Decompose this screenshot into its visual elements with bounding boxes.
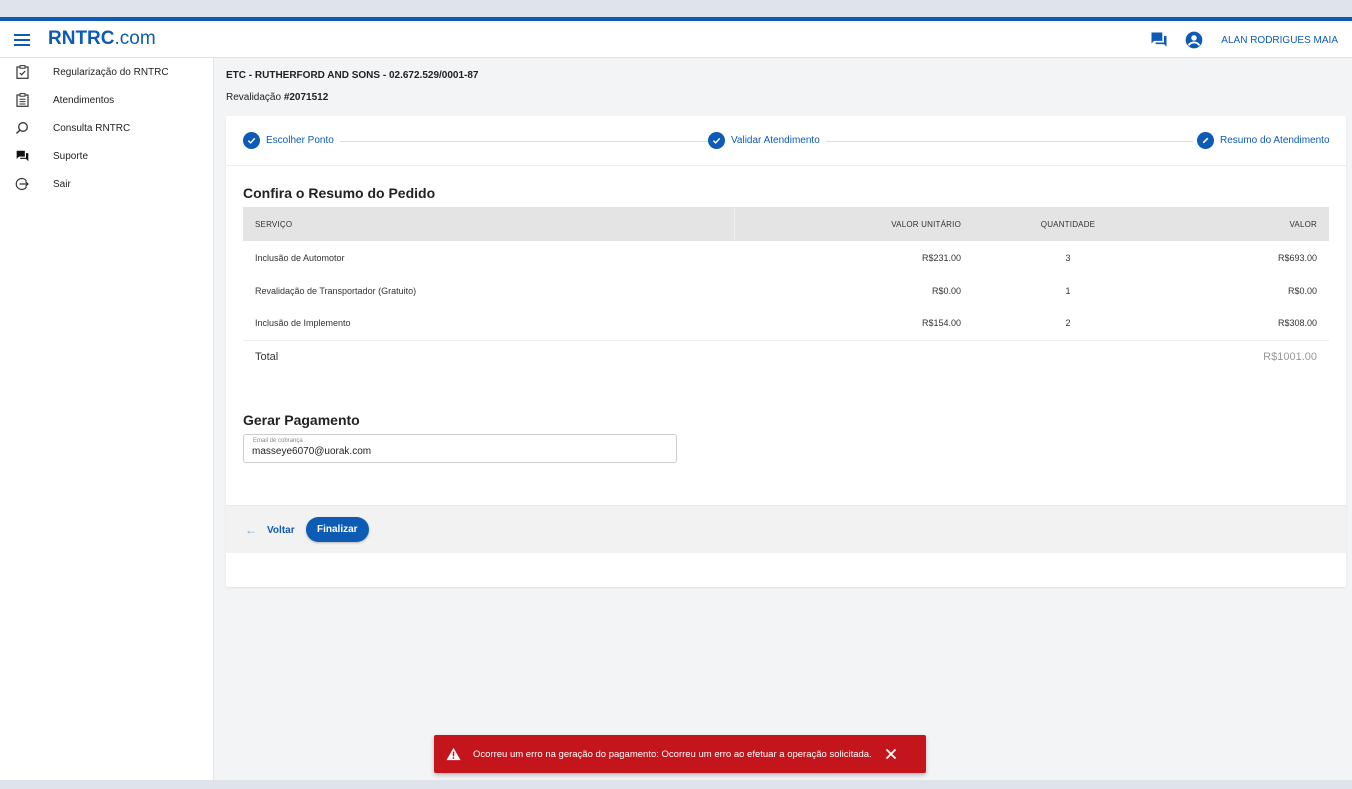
sidebar: Regularização do RNTRC Atendimentos Cons… <box>0 58 214 780</box>
summary-card: Escolher Ponto Validar Atendimento Resum… <box>226 116 1346 587</box>
pencil-icon <box>1197 132 1214 149</box>
clipboard-check-icon <box>14 64 30 80</box>
back-button-label: Voltar <box>267 524 295 536</box>
logo[interactable]: RNTRC.com <box>48 28 156 50</box>
cell-quantity: 1 <box>1065 285 1071 296</box>
email-field[interactable]: Email de cobrança <box>243 434 677 463</box>
step-validar-atendimento[interactable]: Validar Atendimento <box>708 132 826 149</box>
sidebar-item-label: Atendimentos <box>53 94 115 106</box>
column-header-valor: VALOR <box>1289 219 1317 229</box>
column-header-valor-unitario: VALOR UNITÁRIO <box>891 219 961 229</box>
revalidation-id: #2071512 <box>283 92 329 103</box>
sidebar-item-atendimentos[interactable]: Atendimentos <box>0 86 213 114</box>
chat-icon <box>14 148 30 164</box>
error-message: Ocorreu um erro na geração do pagamento:… <box>473 748 872 760</box>
sidebar-item-suporte[interactable]: Suporte <box>0 142 213 170</box>
error-toast: Ocorreu um erro na geração do pagamento:… <box>434 735 926 773</box>
chat-icon[interactable] <box>1149 30 1169 50</box>
logout-icon <box>14 176 30 192</box>
top-bar: RNTRC.com ALAN RODRIGUES MAIA <box>0 17 1352 58</box>
table-row: Revalidação de Transportador (Gratuito) … <box>243 274 1329 307</box>
finalize-button[interactable]: Finalizar <box>306 517 369 542</box>
column-header-quantidade: QUANTIDADE <box>1040 219 1096 229</box>
sidebar-item-label: Regularização do RNTRC <box>53 66 169 78</box>
logo-light: .com <box>114 28 156 49</box>
email-field-label: Email de cobrança <box>253 438 303 444</box>
step-connector <box>826 141 1193 142</box>
user-area: ALAN RODRIGUES MAIA <box>1149 30 1338 50</box>
clipboard-list-icon <box>14 92 30 108</box>
revalidation-title: Revalidação #2071512 <box>226 92 328 103</box>
total-row: Total R$1001.00 <box>243 340 1329 374</box>
table-row: Inclusão de Automotor R$231.00 3 R$693.0… <box>243 241 1329 274</box>
card-footer: ← Voltar Finalizar <box>226 505 1346 553</box>
cell-quantity: 3 <box>1065 252 1071 263</box>
account-circle-icon[interactable] <box>1184 30 1204 50</box>
summary-title: Confira o Resumo do Pedido <box>243 185 436 201</box>
sidebar-item-sair[interactable]: Sair <box>0 170 213 198</box>
warning-icon <box>446 747 461 761</box>
user-name[interactable]: ALAN RODRIGUES MAIA <box>1221 35 1338 46</box>
check-icon <box>243 132 260 149</box>
search-icon <box>14 120 30 136</box>
cell-quantity: 2 <box>1065 318 1071 329</box>
sidebar-item-label: Suporte <box>53 150 89 162</box>
step-connector <box>339 141 709 142</box>
stepper: Escolher Ponto Validar Atendimento Resum… <box>226 116 1346 166</box>
arrow-left-icon: ← <box>245 523 257 537</box>
total-value: R$1001.00 <box>1263 351 1317 364</box>
menu-icon[interactable] <box>14 34 30 46</box>
step-label: Resumo do Atendimento <box>1220 135 1330 146</box>
step-label: Validar Atendimento <box>731 135 820 146</box>
total-spacer <box>734 340 973 374</box>
total-label: Total <box>255 351 279 364</box>
sidebar-item-label: Sair <box>53 178 71 190</box>
sidebar-item-regularizacao[interactable]: Regularização do RNTRC <box>0 58 213 86</box>
cell-service: Inclusão de Automotor <box>255 252 345 263</box>
cell-service: Inclusão de Implemento <box>255 318 351 329</box>
sidebar-item-consulta[interactable]: Consulta RNTRC <box>0 114 213 142</box>
cell-value: R$308.00 <box>1277 318 1317 329</box>
step-escolher-ponto[interactable]: Escolher Ponto <box>243 132 340 149</box>
table-row: Inclusão de Implemento R$154.00 2 R$308.… <box>243 307 1329 340</box>
logo-bold: RNTRC <box>48 28 115 49</box>
cell-unit-price: R$154.00 <box>921 318 961 329</box>
back-button[interactable]: ← Voltar <box>245 523 295 537</box>
email-input[interactable] <box>252 446 662 457</box>
summary-table: SERVIÇO VALOR UNITÁRIO QUANTIDADE VALOR … <box>243 207 1329 374</box>
cell-unit-price: R$231.00 <box>921 252 961 263</box>
step-label: Escolher Ponto <box>266 135 334 146</box>
payment-title: Gerar Pagamento <box>243 412 360 428</box>
close-icon[interactable] <box>884 747 898 761</box>
column-header-servico: SERVIÇO <box>243 207 735 241</box>
cell-service: Revalidação de Transportador (Gratuito) <box>255 285 417 296</box>
cell-value: R$0.00 <box>1287 285 1317 296</box>
check-icon <box>708 132 725 149</box>
sidebar-item-label: Consulta RNTRC <box>53 122 131 134</box>
total-spacer <box>973 340 1163 374</box>
cell-unit-price: R$0.00 <box>931 285 961 296</box>
cell-value: R$693.00 <box>1277 252 1317 263</box>
table-header-row: SERVIÇO VALOR UNITÁRIO QUANTIDADE VALOR <box>243 207 1329 241</box>
revalidation-prefix: Revalidação <box>226 92 284 103</box>
company-title: ETC - RUTHERFORD AND SONS - 02.672.529/0… <box>226 70 479 81</box>
step-resumo-atendimento[interactable]: Resumo do Atendimento <box>1197 132 1336 149</box>
